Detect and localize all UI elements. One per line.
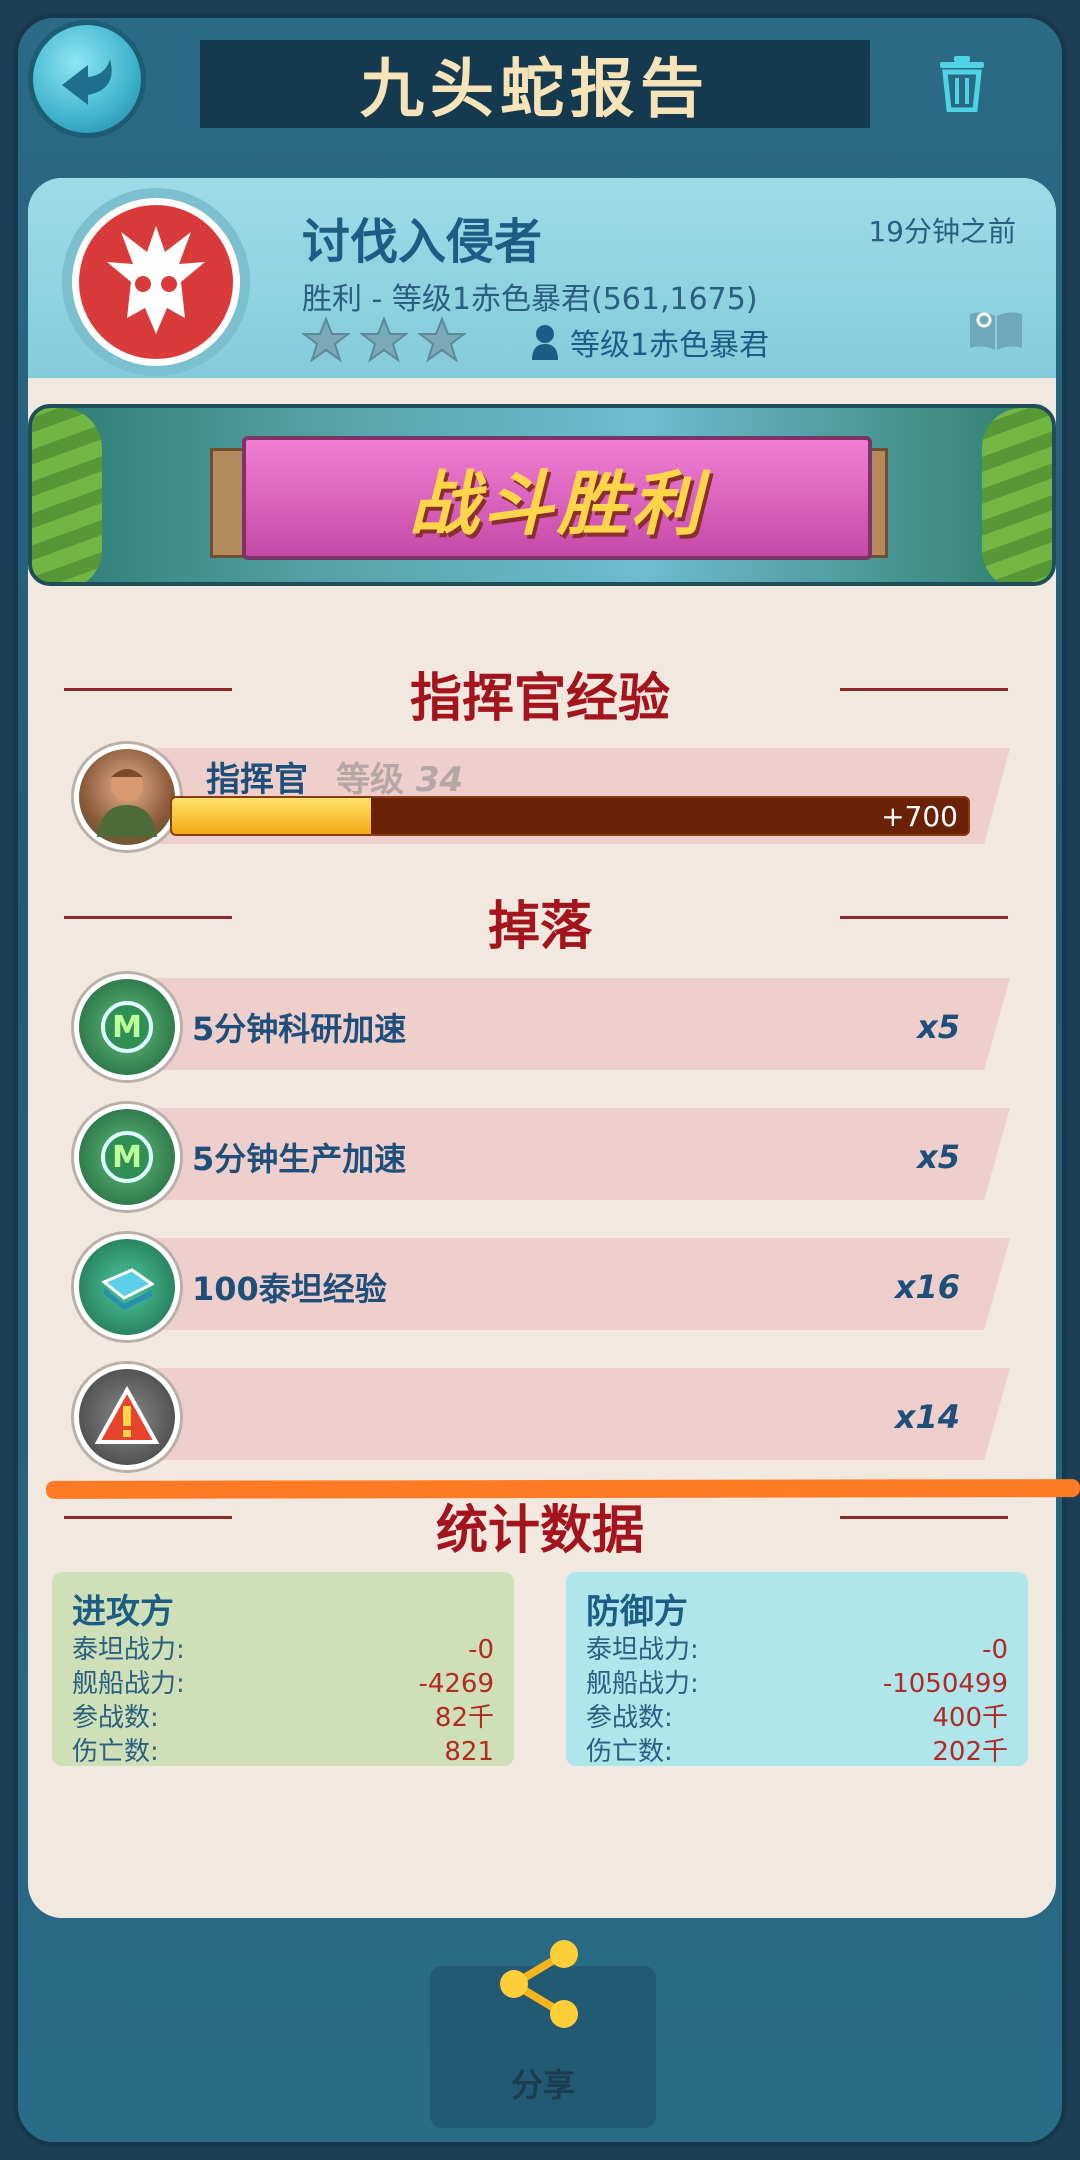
user-icon bbox=[532, 325, 558, 360]
stat-key: 参战数: bbox=[72, 1703, 159, 1733]
stat-row: 泰坦战力: -0 bbox=[72, 1633, 494, 1667]
drop-item-qty: x14 bbox=[894, 1398, 960, 1436]
title-bar: 九头蛇报告 bbox=[200, 40, 870, 128]
book-icon bbox=[970, 312, 1022, 350]
commander-level-label: 等级 bbox=[336, 760, 404, 800]
xp-fill bbox=[172, 798, 371, 834]
drop-item-icon-wrap bbox=[74, 1364, 180, 1470]
left-leaf-decoration bbox=[32, 408, 102, 582]
share-button[interactable]: 分享 bbox=[430, 1940, 656, 2128]
drop-item-label: 100泰坦经验 bbox=[192, 1270, 387, 1308]
report-subtitle: 胜利 - 等级1赤色暴君(561,1675) bbox=[302, 282, 758, 317]
stat-value: -0 bbox=[982, 1635, 1008, 1665]
stat-value: -1050499 bbox=[882, 1669, 1008, 1699]
victory-ribbon: 战斗胜利 bbox=[242, 436, 872, 560]
attacker-title: 进攻方 bbox=[72, 1592, 174, 1632]
stat-value: 400千 bbox=[932, 1703, 1008, 1733]
victory-text: 战斗胜利 bbox=[409, 462, 705, 545]
stat-row: 舰船战力: -4269 bbox=[72, 1667, 494, 1701]
right-leaf-decoration bbox=[982, 408, 1052, 582]
svg-text:M: M bbox=[112, 1010, 142, 1045]
stat-key: 舰船战力: bbox=[586, 1669, 699, 1699]
attacker-stats: 进攻方 泰坦战力: -0 舰船战力: -4269 参战数: 82千 伤亡数: 821 bbox=[52, 1572, 514, 1769]
stat-row: 参战数: 82千 bbox=[72, 1701, 494, 1735]
commander-level: 等级 34 bbox=[336, 752, 463, 801]
stat-key: 泰坦战力: bbox=[72, 1635, 185, 1665]
stat-value: -4269 bbox=[418, 1669, 494, 1699]
production-speedup-icon: M bbox=[101, 1131, 153, 1183]
star-icon bbox=[360, 316, 408, 363]
drop-item-qty: x5 bbox=[917, 1138, 960, 1176]
commander-level-value: 34 bbox=[415, 760, 464, 800]
report-time: 19分钟之前 bbox=[868, 215, 1016, 248]
commander-avatar bbox=[74, 744, 180, 850]
drop-item-icon-wrap: M bbox=[74, 974, 180, 1080]
stat-row: 泰坦战力: -0 bbox=[586, 1633, 1008, 1667]
victory-banner: 战斗胜利 bbox=[28, 404, 1056, 586]
trash-icon bbox=[940, 56, 984, 113]
orange-annotation-line bbox=[45, 1479, 1080, 1499]
stats-section-title: 统计数据 bbox=[435, 1501, 644, 1561]
stat-key: 伤亡数: bbox=[586, 1737, 673, 1767]
stat-key: 泰坦战力: bbox=[586, 1635, 699, 1665]
drop-item-icon-wrap: M bbox=[74, 1104, 180, 1210]
opponent-info: 等级1赤色暴君 bbox=[530, 320, 769, 364]
report-title: 讨伐入侵者 bbox=[302, 214, 543, 270]
drop-item-qty: x5 bbox=[917, 1008, 960, 1046]
drop-item-icon-wrap bbox=[74, 1234, 180, 1340]
star-icon bbox=[302, 316, 350, 363]
bookmark-button[interactable] bbox=[968, 308, 1024, 352]
defender-stats: 防御方 泰坦战力: -0 舰船战力: -1050499 参战数: 400千 伤亡数: 2… bbox=[566, 1572, 1028, 1769]
drop-row bbox=[150, 1368, 1010, 1460]
back-button[interactable] bbox=[28, 20, 146, 138]
stat-row: 伤亡数: 821 bbox=[72, 1735, 494, 1769]
drops-section-title: 掉落 bbox=[487, 897, 592, 957]
delete-button[interactable] bbox=[936, 54, 988, 113]
svg-text:M: M bbox=[112, 1140, 142, 1175]
warning-icon bbox=[94, 1385, 160, 1444]
stat-value: 82千 bbox=[434, 1703, 494, 1733]
stat-value: -0 bbox=[468, 1635, 494, 1665]
stat-row: 参战数: 400千 bbox=[586, 1701, 1008, 1735]
enemy-badge bbox=[72, 198, 240, 366]
titan-xp-icon bbox=[101, 1268, 155, 1310]
commander-xp-bar: +700 bbox=[170, 796, 970, 836]
commander-portrait-icon bbox=[97, 769, 157, 837]
stat-row: 舰船战力: -1050499 bbox=[586, 1667, 1008, 1701]
stat-key: 参战数: bbox=[586, 1703, 673, 1733]
back-arrow-icon bbox=[62, 59, 112, 105]
opponent-name: 等级1赤色暴君 bbox=[570, 328, 770, 363]
xp-gain: +700 bbox=[881, 800, 958, 833]
drop-item-label: 5分钟科研加速 bbox=[192, 1010, 407, 1048]
stat-row: 伤亡数: 202千 bbox=[586, 1735, 1008, 1769]
commander-name: 指挥官 bbox=[206, 760, 308, 800]
drop-item-qty: x16 bbox=[894, 1268, 960, 1306]
skull-icon bbox=[107, 226, 205, 334]
research-speedup-icon: M bbox=[101, 1001, 153, 1053]
share-label: 分享 bbox=[510, 2066, 575, 2104]
star-icon bbox=[418, 316, 466, 363]
stat-value: 821 bbox=[444, 1737, 494, 1767]
stat-value: 202千 bbox=[932, 1737, 1008, 1767]
defender-title: 防御方 bbox=[586, 1592, 688, 1632]
star-rating bbox=[302, 316, 466, 364]
stat-key: 舰船战力: bbox=[72, 1669, 185, 1699]
page-title: 九头蛇报告 bbox=[360, 53, 710, 127]
drop-item-label: 5分钟生产加速 bbox=[192, 1140, 407, 1178]
commander-section-title: 指挥官经验 bbox=[409, 669, 670, 729]
stat-key: 伤亡数: bbox=[72, 1737, 159, 1767]
share-icon bbox=[500, 1940, 578, 2028]
